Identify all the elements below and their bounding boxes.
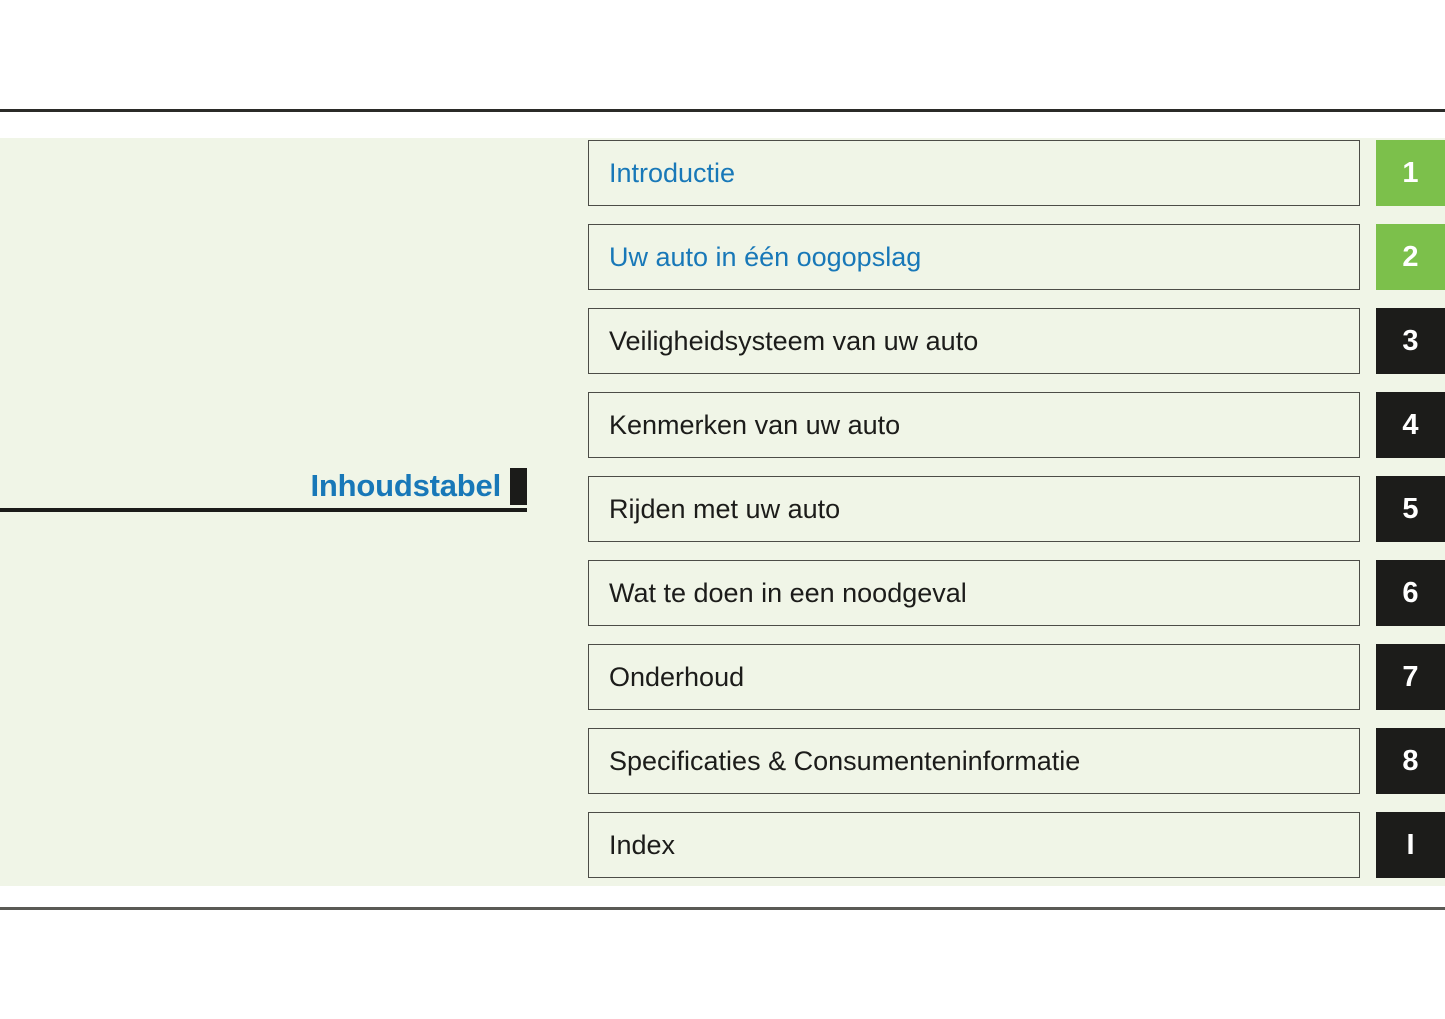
toc-entry-label: Rijden met uw auto — [609, 494, 841, 524]
toc-tab-number: 5 — [1402, 493, 1419, 525]
toc-tab-8[interactable]: 8 — [1376, 728, 1445, 794]
toc-tab-1[interactable]: 1 — [1376, 140, 1445, 206]
toc-row: Specificaties & Consumenteninformatie 8 — [588, 728, 1445, 796]
toc-tab-4[interactable]: 4 — [1376, 392, 1445, 458]
toc-tab-number: 1 — [1402, 157, 1419, 189]
page-title: Inhoudstabel — [310, 468, 502, 503]
footer-rule — [0, 907, 1445, 910]
toc-entry-label: Uw auto in één oogopslag — [609, 242, 922, 272]
toc-entry-2[interactable]: Uw auto in één oogopslag — [588, 224, 1360, 290]
toc-tab-number: I — [1406, 829, 1415, 861]
toc-row: Introductie 1 — [588, 140, 1445, 208]
toc-entry-label: Veiligheidsysteem van uw auto — [609, 326, 979, 356]
toc-tab-6[interactable]: 6 — [1376, 560, 1445, 626]
toc-tab-number: 4 — [1402, 409, 1419, 441]
page-title-block: Inhoudstabel — [0, 466, 527, 518]
toc-entry-7[interactable]: Onderhoud — [588, 644, 1360, 710]
toc-row: Veiligheidsysteem van uw auto 3 — [588, 308, 1445, 376]
toc-entry-i[interactable]: Index — [588, 812, 1360, 878]
toc-entry-4[interactable]: Kenmerken van uw auto — [588, 392, 1360, 458]
toc-tab-2[interactable]: 2 — [1376, 224, 1445, 290]
title-underline — [0, 508, 527, 512]
toc-tab-number: 3 — [1402, 325, 1419, 357]
toc-entry-5[interactable]: Rijden met uw auto — [588, 476, 1360, 542]
manual-contents-page: Inhoudstabel Introductie 1 Uw auto in één … — [0, 0, 1445, 1019]
toc-tab-number: 8 — [1402, 745, 1419, 777]
toc-row: Rijden met uw auto 5 — [588, 476, 1445, 544]
toc-tab-number: 7 — [1402, 661, 1419, 693]
toc-row: Onderhoud 7 — [588, 644, 1445, 712]
toc-row: Index I — [588, 812, 1445, 880]
black-square-marker-icon — [510, 468, 527, 505]
toc-tab-number: 2 — [1402, 241, 1419, 273]
toc-entry-label: Kenmerken van uw auto — [609, 410, 901, 440]
toc-entry-6[interactable]: Wat te doen in een noodgeval — [588, 560, 1360, 626]
toc-tab-7[interactable]: 7 — [1376, 644, 1445, 710]
toc-entry-label: Specificaties & Consumenteninformatie — [609, 746, 1081, 776]
toc-row: Kenmerken van uw auto 4 — [588, 392, 1445, 460]
toc-entry-1[interactable]: Introductie — [588, 140, 1360, 206]
toc-tab-number: 6 — [1402, 577, 1419, 609]
toc-tab-5[interactable]: 5 — [1376, 476, 1445, 542]
toc-row: Wat te doen in een noodgeval 6 — [588, 560, 1445, 628]
toc-tab-i[interactable]: I — [1376, 812, 1445, 878]
toc-row: Uw auto in één oogopslag 2 — [588, 224, 1445, 292]
table-of-contents: Introductie 1 Uw auto in één oogopslag 2 Vei… — [588, 140, 1445, 880]
toc-tab-3[interactable]: 3 — [1376, 308, 1445, 374]
toc-entry-label: Introductie — [609, 158, 736, 188]
toc-entry-label: Onderhoud — [609, 662, 745, 692]
header-rule — [0, 109, 1445, 112]
toc-entry-8[interactable]: Specificaties & Consumenteninformatie — [588, 728, 1360, 794]
toc-entry-label: Wat te doen in een noodgeval — [609, 578, 967, 608]
toc-entry-3[interactable]: Veiligheidsysteem van uw auto — [588, 308, 1360, 374]
toc-entry-label: Index — [609, 830, 676, 860]
